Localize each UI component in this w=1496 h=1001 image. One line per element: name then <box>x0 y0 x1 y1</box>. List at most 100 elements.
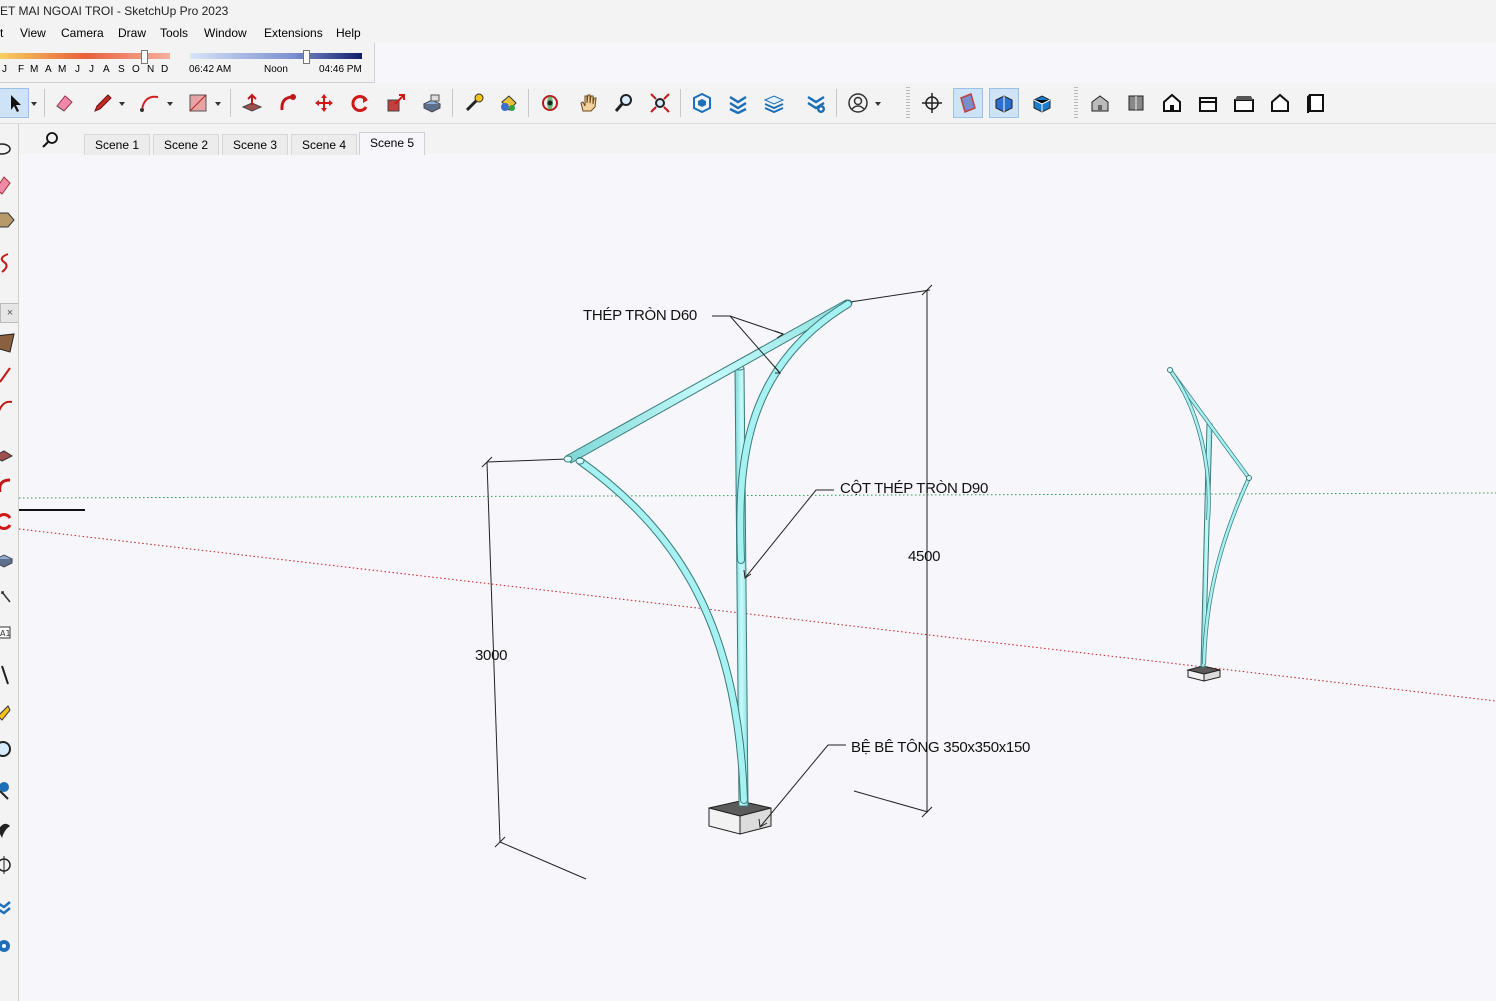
large-toolset: × A1 <box>0 124 19 1001</box>
steel-beam-top <box>563 299 853 464</box>
model-viewport[interactable]: THÉP TRÒN D60 CỘT THÉP TRÒN D90 BỆ BÊ TÔ… <box>19 154 1496 1001</box>
green-axis <box>19 492 1496 499</box>
iso-view-icon[interactable] <box>1086 89 1114 117</box>
time-end-label: 04:46 PM <box>319 64 362 75</box>
month-label: M <box>30 64 39 75</box>
rectangle-icon[interactable] <box>184 89 212 117</box>
follow-me-icon[interactable] <box>0 474 18 496</box>
month-label: D <box>161 64 169 75</box>
dimension-label-3000: 3000 <box>475 647 508 664</box>
month-label: J <box>2 64 7 75</box>
menu-edit[interactable]: t <box>0 26 3 40</box>
eraser-icon[interactable] <box>0 174 18 196</box>
scene-tab[interactable]: Scene 2 <box>153 134 220 155</box>
right-view-icon[interactable] <box>1194 89 1222 117</box>
eraser-icon[interactable] <box>50 89 78 117</box>
month-label: A <box>45 64 52 75</box>
scene-tab[interactable]: Scene 4 <box>291 134 358 155</box>
left-view-icon[interactable] <box>1266 89 1294 117</box>
dimension-3000 <box>481 456 587 880</box>
position-camera-icon[interactable] <box>0 818 18 840</box>
display-section-icon[interactable] <box>989 88 1019 118</box>
orbit-icon[interactable] <box>536 89 564 117</box>
paint-bucket-icon[interactable] <box>494 89 522 117</box>
axes-icon[interactable] <box>0 586 18 608</box>
push-pull-icon[interactable] <box>0 442 18 464</box>
back-view-icon[interactable] <box>1230 89 1258 117</box>
scene-tab[interactable]: Scene 1 <box>84 134 151 155</box>
text-icon[interactable]: A1 <box>0 622 18 644</box>
menu-tools[interactable]: Tools <box>160 26 188 40</box>
panel-close-icon[interactable]: × <box>0 303 18 323</box>
arc-dropdown-icon[interactable] <box>164 89 176 117</box>
menu-camera[interactable]: Camera <box>61 26 104 40</box>
extension-warehouse-icon[interactable] <box>724 89 752 117</box>
zoom-extents-icon[interactable] <box>646 89 674 117</box>
zoom-icon[interactable] <box>610 89 638 117</box>
title-bar: ET MAI NGOAI TROI - SketchUp Pro 2023 <box>0 0 1496 23</box>
label-steel-column: CỘT THÉP TRÒN D90 <box>840 480 988 497</box>
look-around-icon[interactable] <box>0 779 18 801</box>
rotate-icon[interactable] <box>0 510 18 532</box>
month-label: N <box>147 64 155 75</box>
offset-icon[interactable] <box>0 549 18 571</box>
line-icon[interactable] <box>0 364 18 386</box>
top-view-icon[interactable] <box>1122 89 1150 117</box>
search-scenes-icon[interactable] <box>40 130 60 150</box>
menu-view[interactable]: View <box>20 26 46 40</box>
month-label: J <box>75 64 80 75</box>
pie-icon[interactable] <box>0 396 18 418</box>
date-slider[interactable] <box>0 50 170 64</box>
shadows-toolbar: J F M A M J J A S O N D 06:42 AM Noon 04… <box>0 43 375 83</box>
pencil-icon[interactable] <box>88 89 116 117</box>
select-icon[interactable] <box>0 88 29 118</box>
orbit-icon[interactable] <box>0 854 18 876</box>
menu-help[interactable]: Help <box>336 26 361 40</box>
menu-draw[interactable]: Draw <box>118 26 146 40</box>
section-fill-icon[interactable] <box>1028 89 1056 117</box>
freehand-icon[interactable] <box>0 252 18 274</box>
push-pull-icon[interactable] <box>238 89 266 117</box>
extension-warehouse-icon[interactable] <box>0 896 18 918</box>
rotate-icon[interactable] <box>346 89 374 117</box>
offset-icon[interactable] <box>418 89 446 117</box>
scene-tab[interactable]: Scene 3 <box>222 134 289 155</box>
rectangle-dropdown-icon[interactable] <box>212 89 224 117</box>
protractor-icon[interactable] <box>0 702 18 724</box>
walk-icon[interactable] <box>0 738 18 760</box>
month-label: F <box>18 64 25 75</box>
red-axis <box>19 528 1496 702</box>
steel-brace-right <box>736 300 852 564</box>
bottom-view-icon[interactable] <box>1302 89 1330 117</box>
arc-icon[interactable] <box>136 89 164 117</box>
section-plane-icon[interactable] <box>953 88 983 118</box>
menu-extensions[interactable]: Extensions <box>264 26 323 40</box>
account-icon[interactable] <box>844 89 872 117</box>
pencil-dropdown-icon[interactable] <box>116 89 128 117</box>
scene-tab-active[interactable]: Scene 5 <box>359 132 426 155</box>
window-title: ET MAI NGOAI TROI - SketchUp Pro 2023 <box>0 4 229 18</box>
date-slider-thumb[interactable] <box>141 50 148 64</box>
time-slider[interactable] <box>190 50 362 64</box>
front-view-icon[interactable] <box>1158 89 1186 117</box>
follow-me-icon[interactable] <box>274 89 302 117</box>
menu-window[interactable]: Window <box>204 26 247 40</box>
dimension-icon[interactable] <box>0 664 18 686</box>
lasso-icon[interactable] <box>0 138 18 160</box>
warehouse-icon[interactable] <box>688 89 716 117</box>
layout-icon[interactable] <box>760 89 788 117</box>
pan-icon[interactable] <box>574 89 602 117</box>
move-icon[interactable] <box>310 89 338 117</box>
leader-lines <box>712 315 846 828</box>
polygon-icon[interactable] <box>0 332 18 354</box>
tape-measure-icon[interactable] <box>460 89 488 117</box>
month-label: O <box>132 64 140 75</box>
time-slider-thumb[interactable] <box>303 50 310 64</box>
account-dropdown-icon[interactable] <box>872 89 884 117</box>
extension-manager-icon[interactable] <box>0 934 18 956</box>
scale-icon[interactable] <box>382 89 410 117</box>
select-dropdown-icon[interactable] <box>28 89 40 117</box>
position-camera-icon[interactable] <box>918 89 946 117</box>
extension-manager-icon[interactable] <box>802 89 830 117</box>
tag-icon[interactable] <box>0 209 18 231</box>
